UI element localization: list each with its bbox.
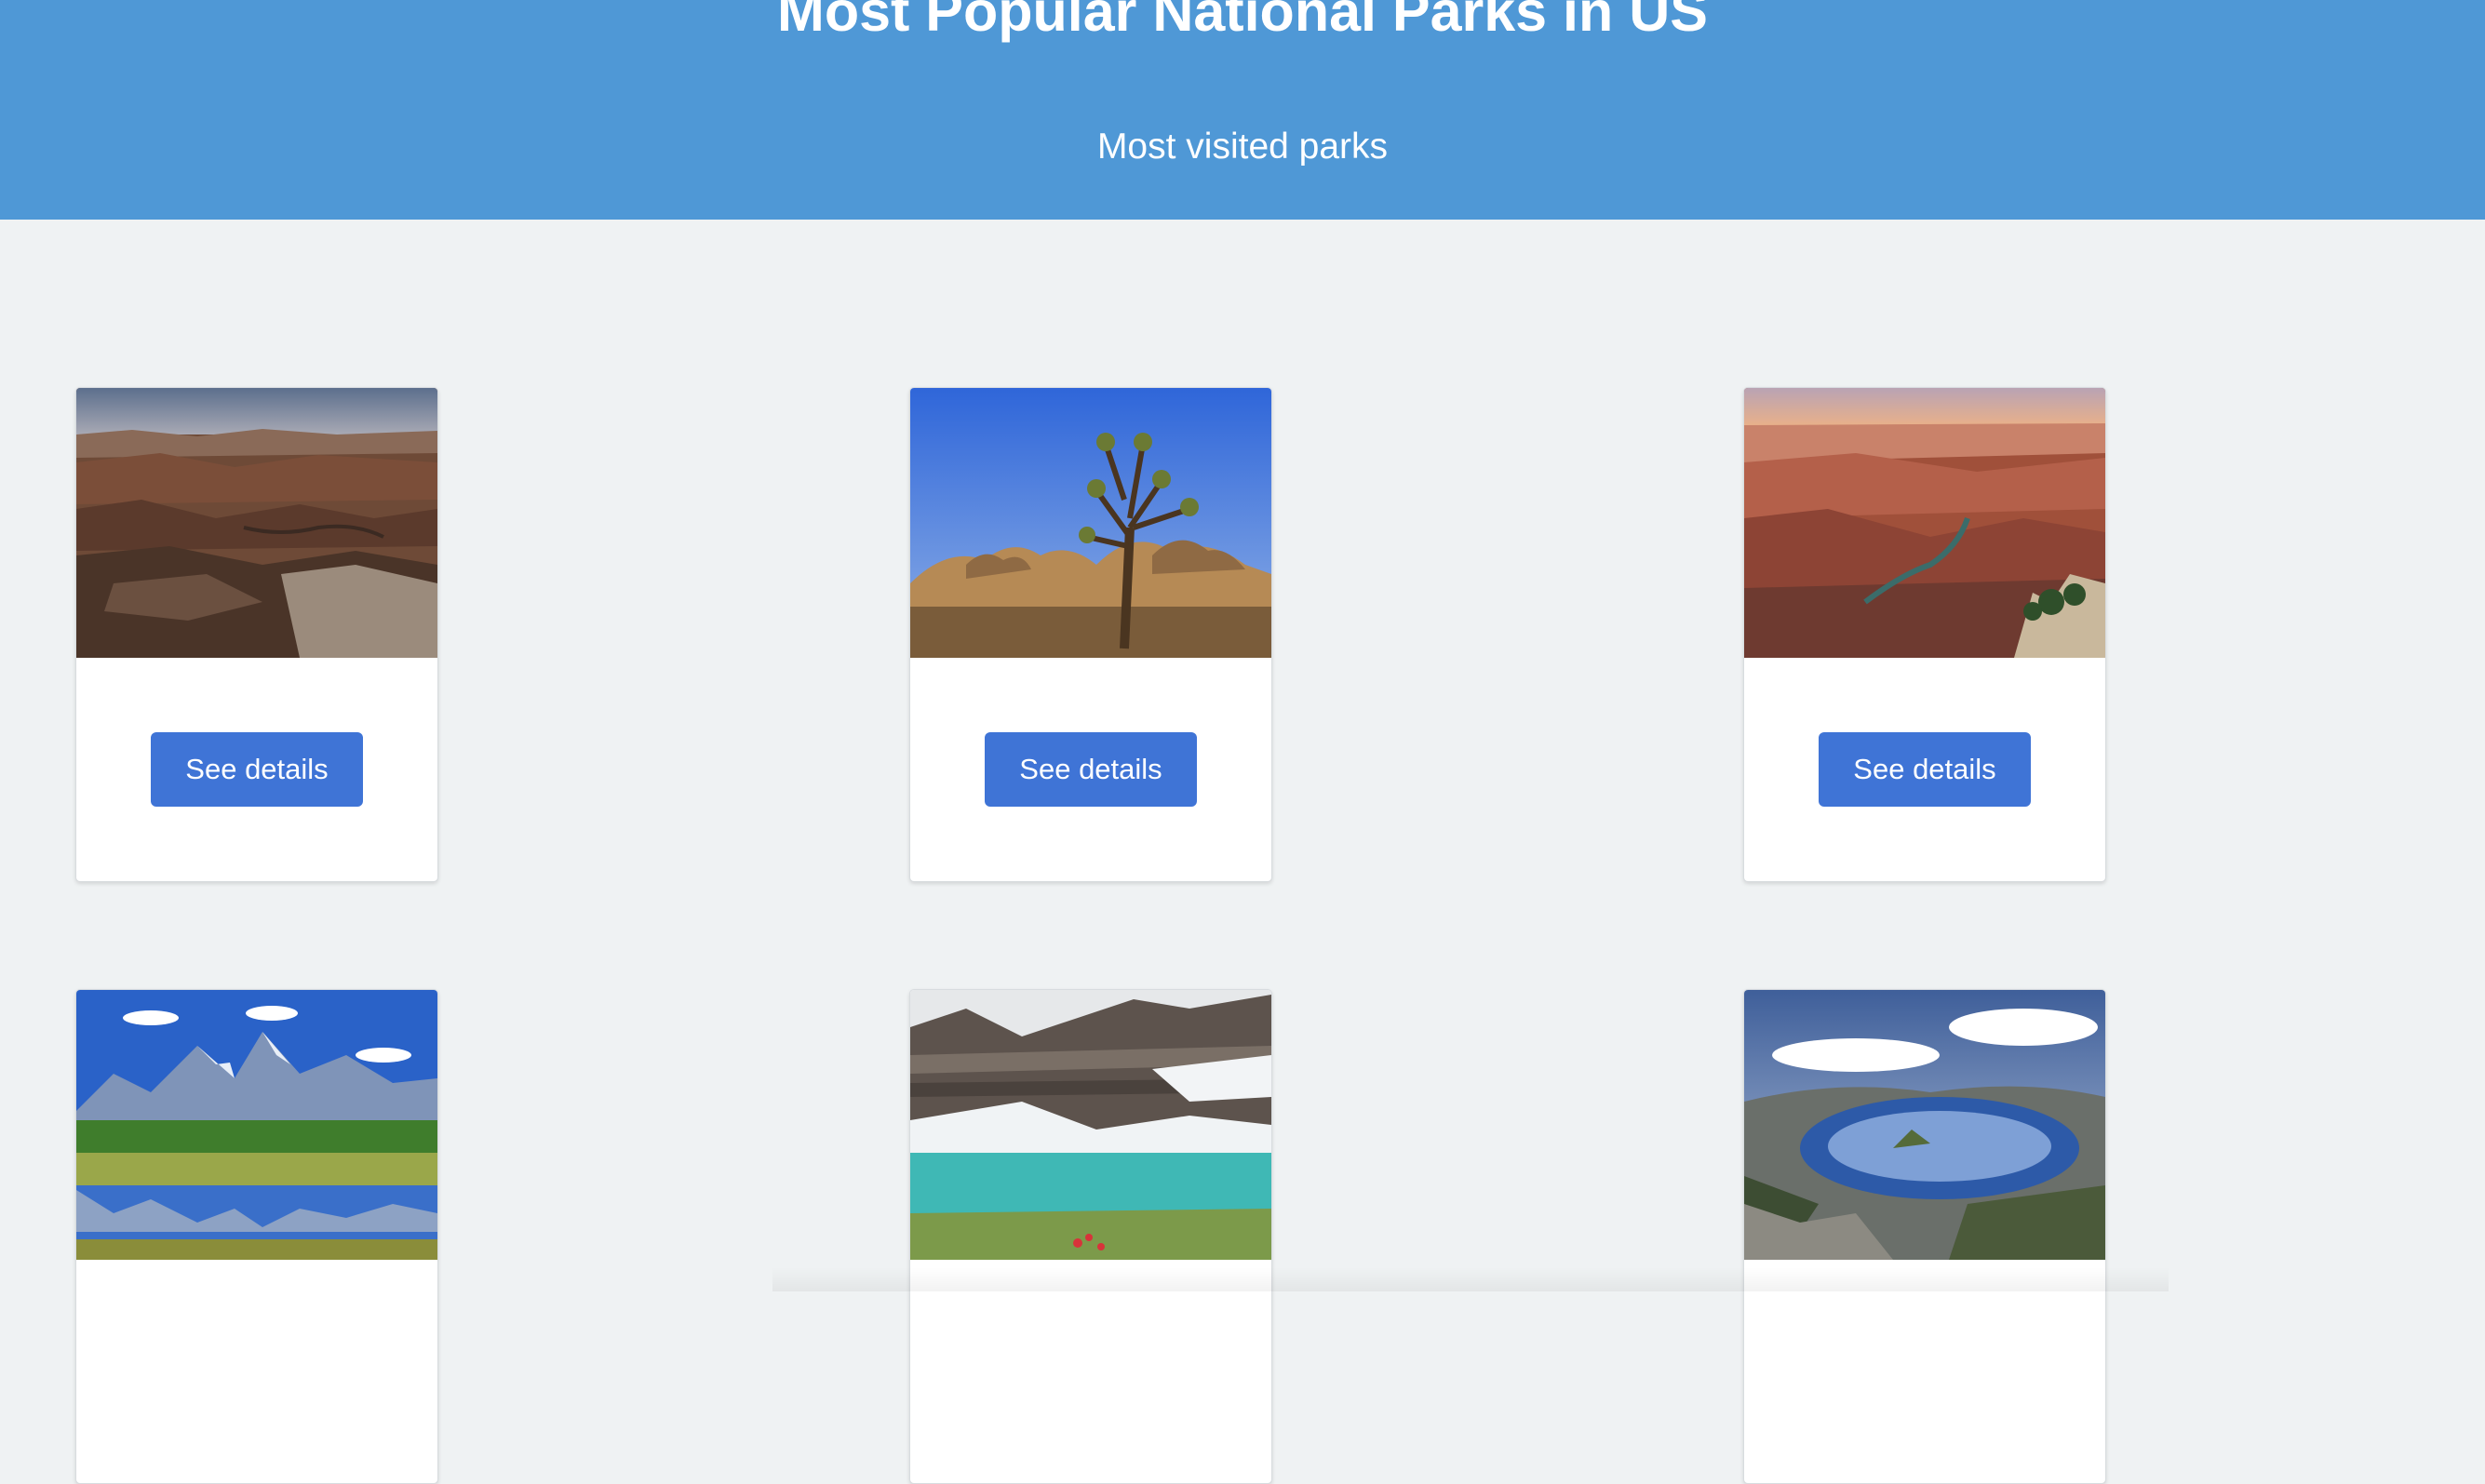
park-photo-grand-teton [76,990,437,1260]
park-card: See details [1743,387,2106,882]
page-header: Most Popular National Parks in US Most v… [0,0,2485,220]
card-body [1744,1260,2105,1483]
park-card [1743,989,2106,1484]
see-details-button[interactable]: See details [151,732,363,807]
see-details-button[interactable]: See details [1819,732,2031,807]
card-body: See details [1744,658,2105,881]
card-body: See details [76,658,437,881]
park-card [909,989,1272,1484]
see-details-button[interactable]: See details [985,732,1197,807]
scroll-fade [772,1267,2169,1291]
card-body: See details [910,658,1271,881]
park-photo-crater-lake [1744,990,2105,1260]
park-photo-joshua-tree [910,388,1271,658]
park-photo-canyonlands [76,388,437,658]
park-card [75,989,438,1484]
park-photo-glacier [910,990,1271,1260]
park-photo-grand-canyon [1744,388,2105,658]
park-card: See details [909,387,1272,882]
card-body [76,1260,437,1483]
page-title: Most Popular National Parks in US [777,0,1708,43]
park-card: See details [75,387,438,882]
card-body [910,1260,1271,1483]
page-subtitle: Most visited parks [1096,127,1389,167]
